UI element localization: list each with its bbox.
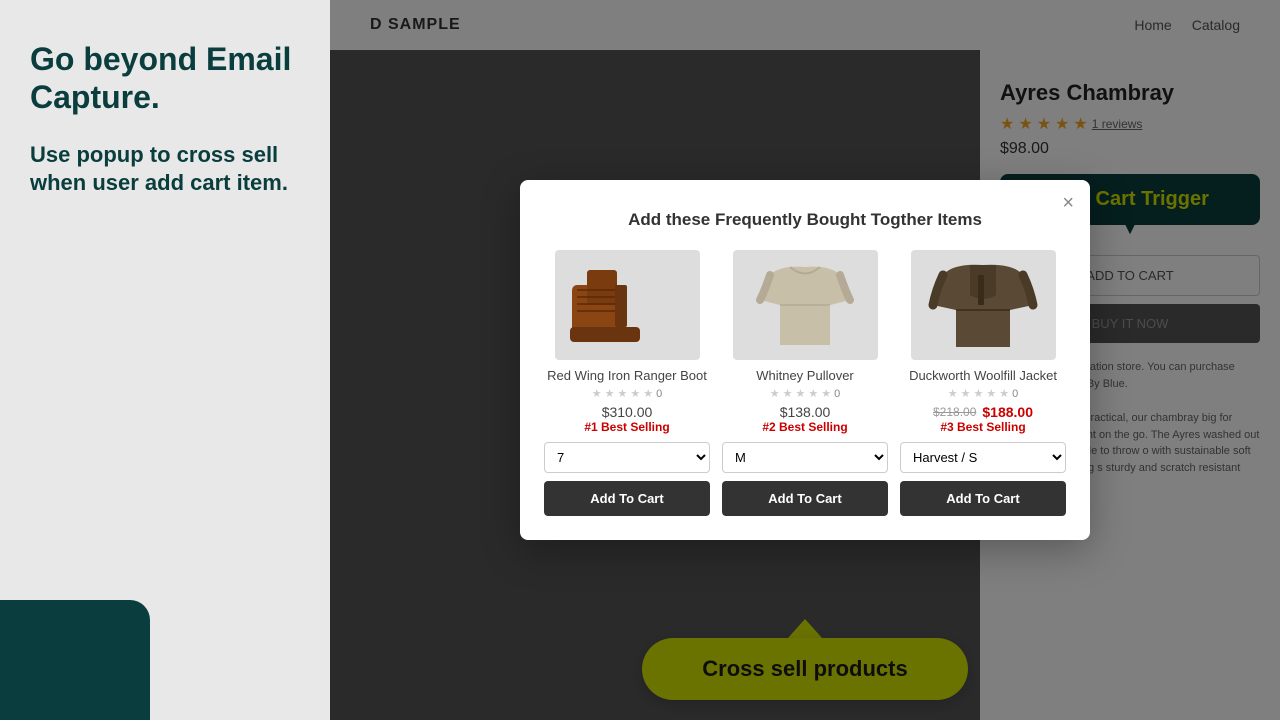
left-panel: Go beyond Email Capture. Use popup to cr… xyxy=(0,0,330,720)
best-selling-badge-2: #2 Best Selling xyxy=(762,420,847,434)
add-to-cart-modal-btn-1[interactable]: Add To Cart xyxy=(544,481,710,516)
product-orig-price-3: $218.00 xyxy=(933,405,976,419)
store-panel: D SAMPLE Home Catalog Ayres Chambray ★ ★… xyxy=(330,0,1280,720)
subtext: Use popup to cross sell when user add ca… xyxy=(30,141,300,198)
product-rating-3: ★ ★ ★ ★ ★ 0 xyxy=(948,387,1019,400)
add-to-cart-modal-btn-2[interactable]: Add To Cart xyxy=(722,481,888,516)
rating-count-3: 0 xyxy=(1012,388,1018,400)
headline: Go beyond Email Capture. xyxy=(30,40,300,117)
variant-select-2[interactable]: XS S M L XL xyxy=(722,442,888,473)
product-card-2: Whitney Pullover ★ ★ ★ ★ ★ 0 $138.00 #2 … xyxy=(722,250,888,516)
rating-count-2: 0 xyxy=(834,388,840,400)
cross-sell-modal: × Add these Frequently Bought Togther It… xyxy=(520,180,1090,540)
product-price-2: $138.00 xyxy=(780,404,831,420)
product-rating-2: ★ ★ ★ ★ ★ 0 xyxy=(770,387,841,400)
best-selling-badge-3: #3 Best Selling xyxy=(940,420,1025,434)
product-image-1 xyxy=(555,250,700,360)
product-name-3: Duckworth Woolfill Jacket xyxy=(909,368,1057,383)
product-name-2: Whitney Pullover xyxy=(756,368,854,383)
product-card-3: Duckworth Woolfill Jacket ★ ★ ★ ★ ★ 0 $2… xyxy=(900,250,1066,516)
bottom-decoration xyxy=(0,600,150,720)
rating-count-1: 0 xyxy=(656,388,662,400)
product-image-3 xyxy=(911,250,1056,360)
product-price-1: $310.00 xyxy=(602,404,653,420)
product-card-1: Red Wing Iron Ranger Boot ★ ★ ★ ★ ★ 0 $3… xyxy=(544,250,710,516)
product-name-1: Red Wing Iron Ranger Boot xyxy=(547,368,707,383)
modal-title: Add these Frequently Bought Togther Item… xyxy=(544,210,1066,230)
add-to-cart-modal-btn-3[interactable]: Add To Cart xyxy=(900,481,1066,516)
modal-close-button[interactable]: × xyxy=(1062,192,1074,215)
product-rating-1: ★ ★ ★ ★ ★ 0 xyxy=(592,387,663,400)
modal-overlay: × Add these Frequently Bought Togther It… xyxy=(330,0,1280,720)
products-grid: Red Wing Iron Ranger Boot ★ ★ ★ ★ ★ 0 $3… xyxy=(544,250,1066,516)
product-sale-price-3: $188.00 xyxy=(982,404,1033,420)
product-image-2 xyxy=(733,250,878,360)
variant-select-3[interactable]: Harvest / S Harvest / M Harvest / L xyxy=(900,442,1066,473)
variant-select-1[interactable]: 7 8 9 10 xyxy=(544,442,710,473)
best-selling-badge-1: #1 Best Selling xyxy=(584,420,669,434)
